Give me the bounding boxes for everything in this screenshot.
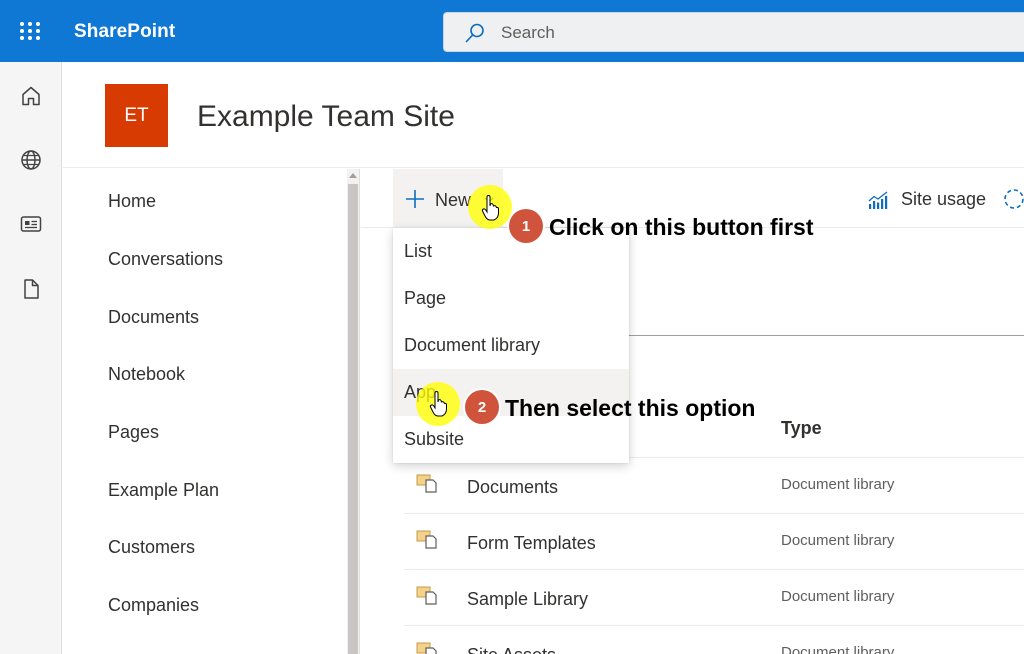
nav-item-customers[interactable]: Customers [108, 537, 195, 558]
app-name[interactable]: SharePoint [74, 21, 175, 43]
row-name[interactable]: Site Assets [467, 645, 556, 654]
plus-icon [406, 190, 424, 208]
table-row[interactable]: Form Templates Document library [404, 513, 1024, 569]
menu-item-document-library[interactable]: Document library [393, 322, 629, 369]
search-placeholder: Search [501, 23, 555, 42]
row-name[interactable]: Documents [467, 477, 558, 498]
row-type: Document library [781, 532, 895, 549]
site-title[interactable]: Example Team Site [197, 100, 455, 134]
menu-item-label: List [404, 241, 433, 261]
row-name[interactable]: Form Templates [467, 533, 596, 554]
app-launcher-icon[interactable] [20, 22, 41, 41]
hand-cursor-icon [481, 195, 499, 221]
search-input[interactable]: Search [443, 12, 1024, 52]
menu-item-label: Subsite [404, 429, 465, 449]
nav-item-home[interactable]: Home [108, 191, 156, 212]
suite-bar: SharePoint Search [0, 0, 1024, 62]
row-type: Document library [781, 476, 895, 493]
nav-item-conversations[interactable]: Conversations [108, 249, 223, 270]
column-header-type[interactable]: Type [781, 418, 822, 439]
loading-icon [1004, 189, 1024, 209]
nav-item-notebook[interactable]: Notebook [108, 364, 185, 385]
hand-cursor-icon [429, 391, 447, 417]
step-badge-2: 2 [465, 390, 499, 424]
nav-scrollbar[interactable] [347, 169, 360, 654]
step-1-instruction: Click on this button first [549, 214, 814, 240]
step-badge-1: 1 [509, 209, 543, 243]
document-library-icon [416, 642, 437, 654]
home-icon[interactable] [19, 84, 43, 108]
scroll-up-arrow-icon[interactable] [349, 173, 357, 178]
site-usage-label: Site usage [901, 189, 987, 209]
menu-item-page[interactable]: Page [393, 275, 629, 322]
globe-icon[interactable] [19, 148, 43, 172]
app-rail [0, 62, 62, 654]
row-type: Document library [781, 588, 895, 605]
new-button-label: New [435, 190, 472, 210]
step-2-instruction: Then select this option [505, 395, 756, 421]
section-divider [626, 335, 1024, 336]
menu-item-label: Document library [404, 335, 541, 355]
row-name[interactable]: Sample Library [467, 589, 588, 610]
new-dropdown-menu: List Page Document library App Subsite [393, 228, 629, 463]
nav-item-example-plan[interactable]: Example Plan [108, 480, 219, 501]
menu-item-label: Page [404, 288, 447, 308]
table-row[interactable]: Sample Library Document library [404, 569, 1024, 625]
document-icon[interactable] [19, 277, 43, 301]
document-library-icon [416, 530, 437, 549]
nav-item-companies[interactable]: Companies [108, 595, 199, 616]
site-logo[interactable]: ET [105, 84, 168, 147]
row-type: Document library [781, 644, 895, 654]
nav-item-documents[interactable]: Documents [108, 307, 199, 328]
table-row[interactable]: Site Assets Document library [404, 625, 1024, 654]
news-icon[interactable] [19, 212, 43, 236]
nav-item-pages[interactable]: Pages [108, 422, 159, 443]
document-library-icon [416, 586, 437, 605]
table-row[interactable]: Documents Document library [404, 457, 1024, 513]
left-nav: Home Conversations Documents Notebook Pa… [63, 169, 347, 654]
search-icon [465, 23, 484, 43]
site-header: ET Example Team Site [63, 62, 1024, 168]
nav-scrollbar-thumb[interactable] [348, 184, 358, 654]
site-usage-icon [868, 191, 888, 209]
document-library-icon [416, 474, 437, 493]
